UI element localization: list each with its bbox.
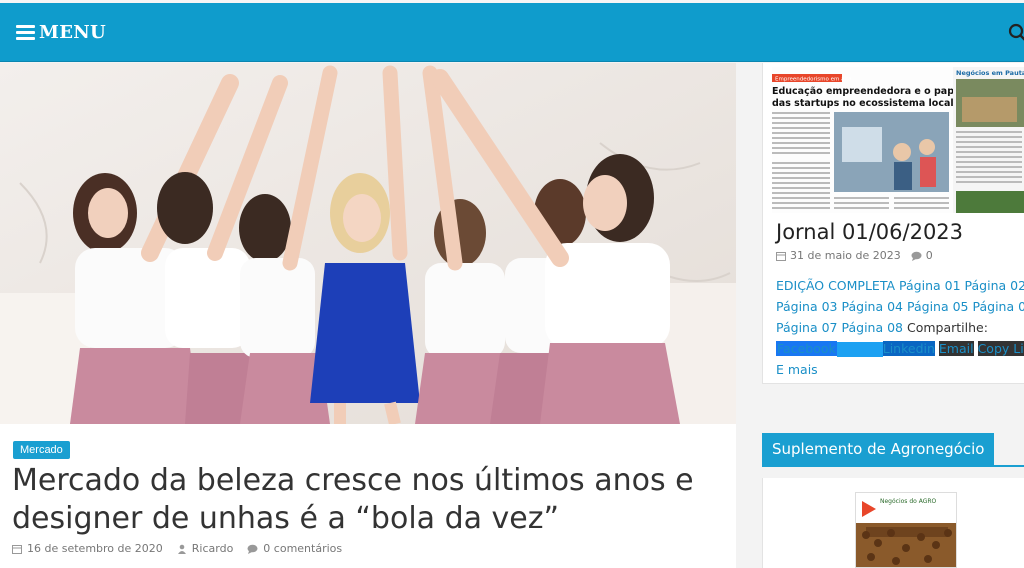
page-link-08[interactable]: Página 08	[842, 320, 904, 335]
main-column: Mercado Mercado da beleza cresce nos últ…	[0, 63, 736, 568]
category-badge[interactable]: Mercado	[13, 441, 70, 459]
newspaper-meta: 31 de maio de 2023 0	[776, 249, 943, 262]
post-title[interactable]: Mercado da beleza cresce nos últimos ano…	[12, 462, 712, 538]
newspaper-headline-2: das startups no ecossistema local	[772, 98, 954, 109]
page-link-05[interactable]: Página 05	[907, 299, 969, 314]
page-link-06[interactable]: Página 06	[973, 299, 1024, 314]
supplement-card: Negócios do AGRO	[762, 478, 1024, 568]
newspaper-links: EDIÇÃO COMPLETA Página 01 Página 02 Pági…	[776, 275, 1024, 380]
post-author-text: Ricardo	[191, 542, 234, 555]
supplement-section-header: Suplemento de Agronegócio	[762, 433, 1024, 467]
page-link-02[interactable]: Página 02	[965, 278, 1024, 293]
supplement-heading: Suplemento de Agronegócio	[762, 433, 995, 465]
newspaper-title[interactable]: Jornal 01/06/2023	[776, 220, 963, 244]
calendar-icon	[776, 251, 786, 261]
newspaper-side-title: Negócios em Pauta	[956, 69, 1024, 77]
newspaper-date[interactable]: 31 de maio de 2023	[776, 249, 901, 262]
search-icon[interactable]	[1008, 23, 1024, 43]
post-author[interactable]: Ricardo	[177, 542, 234, 555]
share-email-button[interactable]: Email	[938, 341, 974, 356]
calendar-icon	[12, 544, 22, 554]
user-icon	[177, 544, 186, 554]
page-link-04[interactable]: Página 04	[842, 299, 904, 314]
newspaper-tag: Empreendedorismo em alta	[775, 77, 852, 83]
edition-link[interactable]: EDIÇÃO COMPLETA	[776, 278, 895, 293]
share-copy-link-button[interactable]: Copy Lin	[977, 341, 1024, 356]
newspaper-date-text: 31 de maio de 2023	[790, 249, 901, 262]
comment-icon	[247, 544, 258, 554]
post-comments[interactable]: 0 comentários	[247, 542, 342, 555]
post-meta: 16 de setembro de 2020 Ricardo 0 comentá…	[12, 542, 356, 555]
post-date-text: 16 de setembro de 2020	[27, 542, 163, 555]
share-twitter-button[interactable]	[836, 342, 883, 357]
newspaper-comments-text: 0	[925, 249, 933, 262]
page-link-07[interactable]: Página 07	[776, 320, 838, 335]
featured-image[interactable]	[0, 63, 736, 424]
newspaper-thumbnail[interactable]: Empreendedorismo em alta Educação empree…	[772, 67, 1024, 213]
newspaper-card: Empreendedorismo em alta Educação empree…	[762, 63, 1024, 384]
page-link-01[interactable]: Página 01	[899, 278, 961, 293]
newspaper-headline-1: Educação empreendedora e o papel	[772, 86, 964, 97]
post-comments-text: 0 comentários	[263, 542, 343, 555]
more-link[interactable]: E mais	[776, 362, 818, 377]
supplement-cover[interactable]: Negócios do AGRO	[855, 492, 957, 568]
hamburger-icon	[16, 25, 35, 40]
menu-label: MENU	[39, 22, 106, 43]
supplement-cover-title: Negócios do AGRO	[880, 498, 937, 505]
share-linkedin-button[interactable]: Linkedin	[882, 341, 935, 356]
comment-icon	[911, 251, 922, 261]
navbar: MENU	[0, 3, 1024, 62]
post-date[interactable]: 16 de setembro de 2020	[12, 542, 163, 555]
share-label: Compartilhe:	[907, 320, 988, 335]
page-link-03[interactable]: Página 03	[776, 299, 838, 314]
newspaper-comments[interactable]: 0	[911, 249, 933, 262]
share-facebook-button[interactable]: Facebook	[776, 341, 837, 356]
menu-button[interactable]: MENU	[16, 22, 106, 43]
